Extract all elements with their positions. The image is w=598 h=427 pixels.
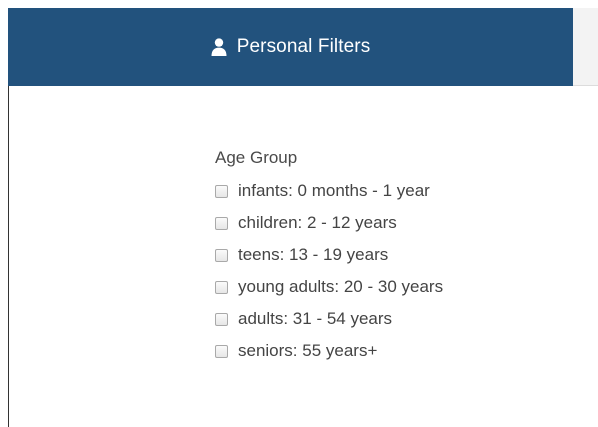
checkbox-seniors[interactable] [215, 344, 228, 358]
personal-filters-panel: Personal Filters Age Group infants: 0 mo… [0, 0, 598, 427]
tab-content: Personal Filters [211, 36, 371, 58]
option-label: adults: 31 - 54 years [238, 309, 393, 328]
panel-left-border [8, 86, 9, 427]
option-seniors[interactable]: seniors: 55 years+ [215, 335, 443, 367]
checkbox-children[interactable] [215, 216, 228, 230]
checkbox-infants[interactable] [215, 184, 228, 198]
checkbox-teens[interactable] [215, 248, 228, 262]
option-young-adults[interactable]: young adults: 20 - 30 years [215, 271, 443, 303]
age-group-title: Age Group [215, 148, 298, 167]
user-icon [211, 38, 227, 56]
checkbox-adults[interactable] [215, 312, 228, 326]
option-adults[interactable]: adults: 31 - 54 years [215, 303, 443, 335]
tab-inactive[interactable] [573, 8, 598, 86]
option-teens[interactable]: teens: 13 - 19 years [215, 239, 443, 271]
option-label: teens: 13 - 19 years [238, 245, 389, 264]
option-label: young adults: 20 - 30 years [238, 277, 444, 296]
tab-label: Personal Filters [236, 36, 371, 57]
option-label: seniors: 55 years+ [238, 341, 378, 360]
option-children[interactable]: children: 2 - 12 years [215, 207, 443, 239]
option-label: children: 2 - 12 years [238, 213, 397, 232]
tab-personal-filters[interactable]: Personal Filters [8, 8, 573, 86]
age-group-filter: Age Group infants: 0 months - 1 year chi… [215, 148, 443, 367]
option-label: infants: 0 months - 1 year [238, 181, 430, 200]
checkbox-young-adults[interactable] [215, 280, 228, 294]
option-infants[interactable]: infants: 0 months - 1 year [215, 175, 443, 207]
